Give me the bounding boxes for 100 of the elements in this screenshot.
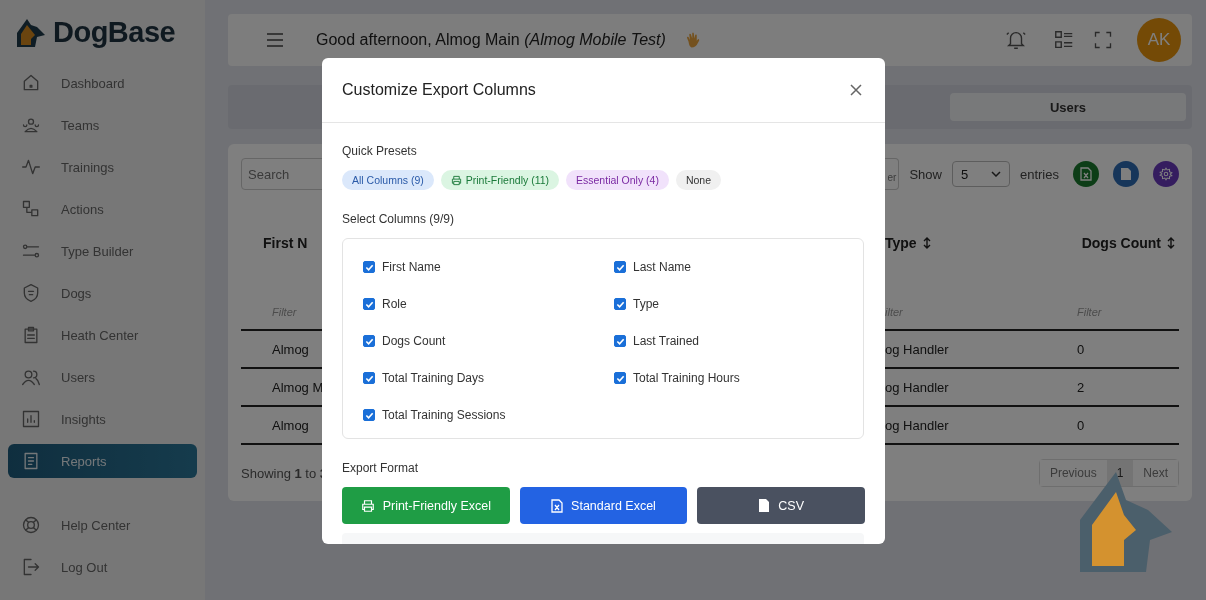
tab[interactable]: Users xyxy=(950,93,1186,121)
checkbox[interactable] xyxy=(614,372,626,384)
printer-icon xyxy=(360,498,375,513)
table-cell-text: Almog M xyxy=(271,379,325,395)
column-header[interactable]: Dogs Count xyxy=(1065,235,1179,251)
table-cell-text: og Handler xyxy=(884,341,950,357)
export-button[interactable]: Standard Excel xyxy=(519,487,688,524)
sidebar-item[interactable]: Log Out xyxy=(8,550,197,584)
sidebar-item[interactable]: Actions xyxy=(8,192,197,226)
checkbox-label: Dogs Count xyxy=(382,334,446,348)
brand-name: DogBase xyxy=(53,15,176,49)
preset-chip[interactable]: None xyxy=(675,170,721,190)
checkbox[interactable] xyxy=(363,298,375,310)
page-size-select[interactable]: 5 xyxy=(951,161,1010,187)
printer-icon xyxy=(450,174,462,186)
entries-label: entries xyxy=(1019,166,1059,182)
check-icon xyxy=(364,410,374,420)
sort-icon[interactable] xyxy=(1167,237,1175,249)
column-checkbox[interactable]: First Name xyxy=(363,260,614,297)
sidebar-item[interactable]: Dashboard xyxy=(8,66,197,100)
chart-icon xyxy=(21,409,41,429)
table-cell-text: og Handler xyxy=(884,417,950,433)
check-icon xyxy=(615,262,625,272)
squares-icon xyxy=(21,199,41,219)
export-button[interactable]: CSV xyxy=(697,487,865,524)
checkbox[interactable] xyxy=(363,409,375,421)
settings-button[interactable] xyxy=(1153,161,1179,187)
checkbox-label: Total Training Hours xyxy=(633,371,740,385)
table-cell-text: Almog xyxy=(271,417,310,433)
checkbox[interactable] xyxy=(614,335,626,347)
sidebar-item[interactable]: Type Builder xyxy=(8,234,197,268)
column-checkbox[interactable]: Last Name xyxy=(614,260,843,297)
sidebar-item[interactable]: Help Center xyxy=(8,508,197,542)
column-checkbox[interactable]: Type xyxy=(614,297,843,334)
list-icon[interactable] xyxy=(1053,29,1075,51)
column-checkbox[interactable]: Total Training Hours xyxy=(614,371,843,408)
section-label: Quick Presets xyxy=(342,144,417,158)
section-label: Select Columns (9/9) xyxy=(342,212,455,226)
export-button[interactable]: Print-Friendly Excel xyxy=(342,487,510,524)
preset-chip[interactable]: Print-Friendly (11) xyxy=(440,170,560,190)
checkbox[interactable] xyxy=(614,298,626,310)
sidebar-item[interactable]: Dogs xyxy=(8,276,197,310)
check-icon xyxy=(364,262,374,272)
table-cell-text: 0 xyxy=(1076,341,1086,357)
avatar[interactable]: AK xyxy=(1137,18,1181,62)
excel-file-icon xyxy=(551,498,564,513)
sidebar-item[interactable]: Heath Center xyxy=(8,318,197,352)
checkbox[interactable] xyxy=(363,261,375,273)
checkbox-label: Total Training Days xyxy=(382,371,485,385)
checkbox-label: Total Training Sessions xyxy=(382,408,506,422)
check-icon xyxy=(615,336,625,346)
show-label: Show xyxy=(909,166,942,182)
checkbox-label: Last Name xyxy=(633,260,692,274)
sort-icon[interactable] xyxy=(922,237,931,249)
column-checkbox[interactable]: Last Trained xyxy=(614,334,843,371)
sidebar-item[interactable]: Trainings xyxy=(8,150,197,184)
checkbox[interactable] xyxy=(363,335,375,347)
column-checkbox[interactable]: Role xyxy=(363,297,614,334)
check-icon xyxy=(364,299,374,309)
preset-chip[interactable]: Essential Only (4) xyxy=(566,170,669,190)
checkbox-label: Last Trained xyxy=(633,334,700,348)
shield-icon xyxy=(21,283,41,303)
sidebar-item[interactable]: Users xyxy=(8,360,197,394)
excel-export-button[interactable] xyxy=(1073,161,1099,187)
caret-icon xyxy=(990,171,1001,177)
sidebar-item[interactable]: Teams xyxy=(8,108,197,142)
fullscreen-icon[interactable] xyxy=(1093,30,1113,50)
settings-icon xyxy=(1159,167,1173,181)
modal-title: Customize Export Columns xyxy=(342,81,536,99)
table-cell-text: og Handler xyxy=(884,379,950,395)
table-cell-text: Almog xyxy=(271,341,310,357)
check-icon xyxy=(615,299,625,309)
bell-icon[interactable] xyxy=(1005,29,1027,51)
logout-icon xyxy=(21,557,41,577)
checkbox[interactable] xyxy=(363,372,375,384)
column-header[interactable]: Type xyxy=(877,235,1065,251)
section-label: Export Format xyxy=(342,461,419,475)
checkbox-label: Role xyxy=(382,297,407,311)
lifebuoy-icon xyxy=(21,515,41,535)
csv-export-button[interactable] xyxy=(1113,161,1139,187)
preset-chip[interactable]: All Columns (9) xyxy=(342,170,434,190)
checkbox-label: First Name xyxy=(382,260,441,274)
file-icon xyxy=(1120,167,1132,181)
column-checkbox[interactable]: Dogs Count xyxy=(363,334,614,371)
close-icon[interactable] xyxy=(849,83,863,97)
checkbox[interactable] xyxy=(614,261,626,273)
column-checkbox[interactable]: Total Training Sessions xyxy=(363,408,614,445)
home-icon xyxy=(21,73,41,93)
checkbox-label: Type xyxy=(633,297,659,311)
table-cell-text: 2 xyxy=(1076,379,1086,395)
sidebar-item[interactable]: Reports xyxy=(8,444,197,478)
column-checkbox[interactable]: Total Training Days xyxy=(363,371,614,408)
sidebar-item[interactable]: Insights xyxy=(8,402,197,436)
excel-file-icon xyxy=(1080,167,1092,181)
menu-icon[interactable] xyxy=(266,33,284,47)
table-cell-text: 0 xyxy=(1076,417,1086,433)
file-icon xyxy=(758,498,771,513)
check-icon xyxy=(364,373,374,383)
pulse-icon xyxy=(21,157,41,177)
check-icon xyxy=(364,336,374,346)
